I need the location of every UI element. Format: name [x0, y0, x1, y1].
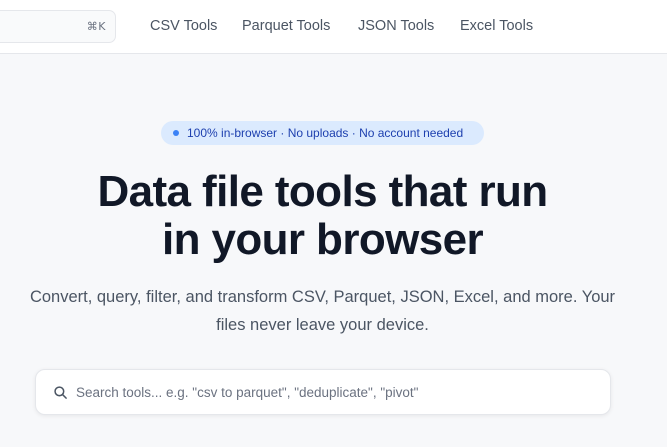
nav-json-tools[interactable]: JSON Tools: [358, 0, 434, 54]
badge-text: 100% in-browser · No uploads · No accoun…: [187, 126, 464, 140]
search-icon: [54, 386, 67, 399]
status-dot-icon: [173, 130, 179, 136]
hero-subtitle-line-2: files never leave your device.: [216, 316, 429, 334]
hero-title-line-2: in your browser: [161, 215, 484, 264]
nav-csv-tools[interactable]: CSV Tools: [150, 0, 217, 54]
hero-subtitle: Convert, query, filter, and transform CS…: [0, 283, 655, 339]
hero-subtitle-line-1: Convert, query, filter, and transform CS…: [29, 288, 616, 306]
hero-title: Data file tools that run in your browser: [0, 168, 645, 264]
search-shortcut-hint: ⌘K: [86, 20, 106, 33]
top-navigation-bar: ⌘K CSV Tools Parquet Tools JSON Tools Ex…: [0, 0, 667, 54]
tool-search-box[interactable]: [35, 369, 611, 415]
nav-excel-tools[interactable]: Excel Tools: [460, 0, 533, 54]
in-browser-badge: 100% in-browser · No uploads · No accoun…: [161, 121, 484, 145]
hero-title-line-1: Data file tools that run: [97, 167, 548, 216]
nav-parquet-tools[interactable]: Parquet Tools: [242, 0, 330, 54]
header-search-box[interactable]: ⌘K: [0, 10, 116, 43]
tool-search-input[interactable]: [76, 370, 596, 414]
